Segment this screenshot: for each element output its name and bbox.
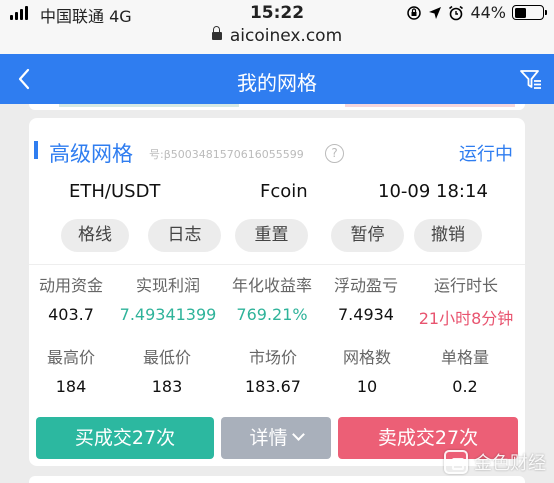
- filter-icon[interactable]: [518, 66, 544, 92]
- rotation-lock-icon: [407, 5, 422, 20]
- stat-label: 网格数: [342, 348, 391, 367]
- title-accent-bar: [34, 141, 38, 159]
- address-bar[interactable]: aicoinex.com: [0, 26, 554, 54]
- grid-title: 高级网格: [49, 142, 133, 166]
- stat-value: 183.67: [245, 377, 301, 396]
- battery-percent: 44%: [470, 3, 506, 22]
- stat-label: 单格量: [440, 348, 489, 367]
- cancel-button[interactable]: 撤销: [414, 219, 482, 252]
- stat-label: 浮动盈亏: [333, 276, 398, 295]
- stat-value: 183: [151, 377, 183, 396]
- details-button[interactable]: 详情: [221, 417, 331, 459]
- trading-pair: ETH/USDT: [69, 181, 161, 202]
- grid-id: 号:β5003481570616055599: [149, 148, 304, 161]
- grid-lines-button[interactable]: 格线: [61, 219, 129, 252]
- grid-card: 高级网格 号:β5003481570616055599 ? 运行中 ETH/US…: [29, 118, 525, 466]
- status-icons: 44%: [406, 3, 547, 22]
- pause-button[interactable]: 暂停: [331, 219, 404, 252]
- stat-value: 10: [356, 377, 378, 396]
- divider: [29, 264, 525, 265]
- watermark-text: 金色财经: [474, 453, 546, 474]
- stat-lowest-price: 最低价 183: [127, 344, 207, 396]
- battery-icon: [512, 5, 547, 20]
- stat-value: 7.49341399: [119, 305, 217, 324]
- stat-label: 最高价: [46, 348, 95, 367]
- created-datetime: 10-09 18:14: [378, 181, 488, 202]
- stat-value: 7.4934: [338, 305, 394, 324]
- location-icon: [429, 6, 442, 19]
- stat-value: 184: [55, 377, 87, 396]
- previous-card-edge: [29, 104, 525, 110]
- status-badge: 运行中: [459, 144, 513, 165]
- buy-fills-button[interactable]: 买成交27次: [36, 417, 214, 459]
- stat-capital-used: 动用资金 403.7: [31, 272, 111, 324]
- reset-button[interactable]: 重置: [235, 219, 308, 252]
- stat-label: 年化收益率: [231, 276, 312, 295]
- stat-label: 最低价: [142, 348, 191, 367]
- stat-label: 动用资金: [38, 276, 103, 295]
- stat-label: 实现利润: [135, 276, 200, 295]
- stat-value: 769.21%: [236, 305, 308, 324]
- watermark-logo-icon: [444, 450, 468, 474]
- page-title: 我的网格: [237, 71, 317, 95]
- url-text: aicoinex.com: [229, 26, 343, 46]
- nav-bar: 我的网格: [0, 54, 554, 104]
- stat-label: 市场价: [248, 348, 297, 367]
- chevron-down-icon: [291, 428, 305, 441]
- watermark: 金色财经: [444, 449, 546, 475]
- lock-icon: [211, 26, 222, 40]
- exchange-name: Fcoin: [260, 181, 308, 202]
- stat-value: 21小时8分钟: [418, 309, 514, 328]
- stat-run-duration: 运行时长 21小时8分钟: [409, 272, 523, 329]
- stat-highest-price: 最高价 184: [31, 344, 111, 396]
- alarm-icon: [449, 5, 464, 20]
- stat-per-grid-amount: 单格量 0.2: [425, 344, 505, 396]
- stat-value: 0.2: [452, 377, 478, 396]
- stat-market-price: 市场价 183.67: [228, 344, 318, 396]
- details-label: 详情: [249, 427, 288, 449]
- help-icon[interactable]: ?: [325, 144, 344, 163]
- log-button[interactable]: 日志: [148, 219, 221, 252]
- stat-annualized-return: 年化收益率 769.21%: [222, 272, 322, 324]
- status-bar: 中国联通 4G 15:22 44%: [0, 0, 554, 26]
- stat-label: 运行时长: [433, 276, 498, 295]
- stat-grid-count: 网格数 10: [327, 344, 407, 396]
- next-card-edge: [29, 476, 525, 483]
- stat-floating-pnl: 浮动盈亏 7.4934: [325, 272, 407, 324]
- stat-value: 403.7: [48, 305, 94, 324]
- stat-realized-profit: 实现利润 7.49341399: [114, 272, 222, 324]
